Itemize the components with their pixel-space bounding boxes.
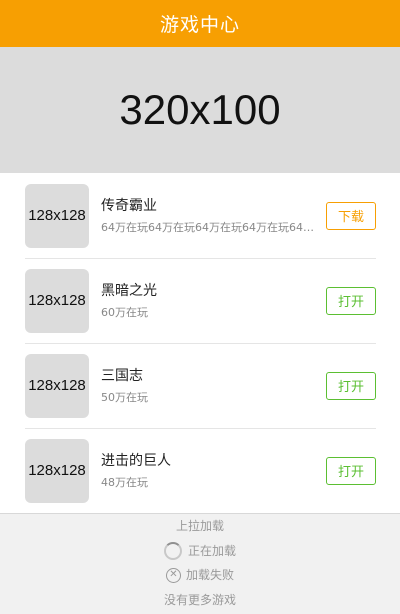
open-button[interactable]: 打开 <box>326 371 376 400</box>
banner-placeholder-text: 320x100 <box>119 86 281 133</box>
game-player-count: 48万在玩 <box>101 476 148 489</box>
thumbnail-placeholder-text: 128x128 <box>28 462 86 479</box>
game-info: 传奇霸业 64万在玩64万在玩64万在玩64万在玩64万在玩 <box>101 196 315 235</box>
no-more-text: 没有更多游戏 <box>163 593 236 607</box>
game-player-count: 60万在玩 <box>101 306 148 319</box>
game-player-count: 64万在玩64万在玩64万在玩64万在玩64万在玩 <box>101 221 315 234</box>
game-name: 传奇霸业 <box>101 198 157 214</box>
thumbnail-placeholder-text: 128x128 <box>28 377 86 394</box>
game-row-0[interactable]: 128x128 传奇霸业 64万在玩64万在玩64万在玩64万在玩64万在玩 下… <box>25 173 376 258</box>
game-player-count: 50万在玩 <box>101 391 148 404</box>
load-failed-indicator[interactable]: ✕ 加载失败 <box>0 567 400 583</box>
game-thumbnail[interactable]: 128x128 <box>25 268 89 333</box>
pull-up-text: 上拉加载 <box>175 519 224 533</box>
game-row-1[interactable]: 128x128 黑暗之光 60万在玩 打开 <box>25 258 376 343</box>
loading-indicator: 正在加载 <box>0 542 400 560</box>
page-title: 游戏中心 <box>159 14 240 36</box>
close-circle-icon: ✕ <box>165 567 181 583</box>
game-info: 进击的巨人 48万在玩 <box>101 451 315 490</box>
header-bar: 游戏中心 <box>0 0 400 47</box>
thumbnail-placeholder-text: 128x128 <box>28 292 86 309</box>
game-name: 黑暗之光 <box>101 283 157 299</box>
game-thumbnail[interactable]: 128x128 <box>25 353 89 418</box>
game-name: 三国志 <box>101 368 143 384</box>
banner-ad[interactable]: 320x100 <box>0 47 400 173</box>
game-info: 三国志 50万在玩 <box>101 366 315 405</box>
load-failed-text: 加载失败 <box>185 568 234 582</box>
load-more-footer: 上拉加载 正在加载 ✕ 加载失败 没有更多游戏 <box>0 513 400 614</box>
pull-up-hint: 上拉加载 <box>0 518 400 534</box>
no-more-hint: 没有更多游戏 <box>0 592 400 608</box>
game-thumbnail[interactable]: 128x128 <box>25 438 89 503</box>
loading-spinner-icon <box>163 542 182 560</box>
game-thumbnail[interactable]: 128x128 <box>25 183 89 248</box>
game-row-2[interactable]: 128x128 三国志 50万在玩 打开 <box>25 343 376 428</box>
loading-text: 正在加载 <box>187 544 236 558</box>
game-name: 进击的巨人 <box>101 453 171 469</box>
game-row-3[interactable]: 128x128 进击的巨人 48万在玩 打开 <box>25 428 376 513</box>
open-button[interactable]: 打开 <box>326 286 376 315</box>
download-button[interactable]: 下载 <box>326 201 376 230</box>
open-button[interactable]: 打开 <box>326 456 376 485</box>
thumbnail-placeholder-text: 128x128 <box>28 207 86 224</box>
game-list: 128x128 传奇霸业 64万在玩64万在玩64万在玩64万在玩64万在玩 下… <box>0 173 400 513</box>
game-info: 黑暗之光 60万在玩 <box>101 281 315 320</box>
